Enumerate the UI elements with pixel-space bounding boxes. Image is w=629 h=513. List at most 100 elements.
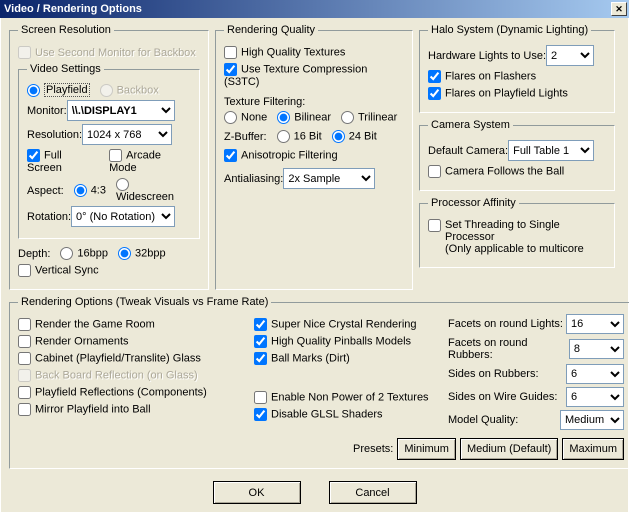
facets-lights-select[interactable]: 16 [566, 314, 624, 334]
hq-textures-checkbox[interactable] [224, 46, 237, 59]
resolution-select[interactable]: 1024 x 768 [82, 124, 172, 145]
sides-rubbers-label: Sides on Rubbers: [448, 368, 539, 380]
ornaments-checkbox[interactable] [18, 335, 31, 348]
aniso-label[interactable]: Anisotropic Filtering [224, 149, 338, 162]
cancel-button[interactable]: Cancel [329, 481, 417, 504]
halo-legend: Halo System (Dynamic Lighting) [428, 24, 591, 36]
halo-group: Halo System (Dynamic Lighting) Hardware … [419, 24, 615, 113]
screen-resolution-legend: Screen Resolution [18, 24, 114, 36]
disable-glsl-label[interactable]: Disable GLSL Shaders [254, 408, 383, 421]
cabinet-checkbox[interactable] [18, 352, 31, 365]
processor-group: Processor Affinity Set Threading to Sing… [419, 197, 615, 268]
sides-wire-label: Sides on Wire Guides: [448, 391, 557, 403]
flares-flashers-checkbox[interactable] [428, 70, 441, 83]
non-power2-label[interactable]: Enable Non Power of 2 Textures [254, 391, 429, 404]
default-camera-select[interactable]: Full Table 1 [508, 140, 594, 161]
texture-filtering-label: Texture Filtering: [224, 96, 404, 108]
full-screen-checkbox[interactable] [27, 149, 40, 162]
crystal-label[interactable]: Super Nice Crystal Rendering [254, 318, 417, 331]
resolution-label: Resolution: [27, 129, 82, 141]
cabinet-label[interactable]: Cabinet (Playfield/Translite) Glass [18, 352, 201, 365]
rotation-select[interactable]: 0° (No Rotation) [71, 206, 175, 227]
ball-marks-label[interactable]: Ball Marks (Dirt) [254, 352, 350, 365]
playfield-radio[interactable] [27, 84, 40, 97]
depth-label: Depth: [18, 248, 50, 260]
facets-lights-label: Facets on round Lights: [448, 318, 563, 330]
texture-compression-checkbox[interactable] [224, 63, 237, 76]
set-threading-checkbox[interactable] [428, 219, 441, 232]
aspect-43-label[interactable]: 4:3 [74, 184, 106, 197]
model-quality-select[interactable]: Medium [560, 410, 624, 430]
rotation-label: Rotation: [27, 211, 71, 223]
tf-none-radio[interactable] [224, 111, 237, 124]
aspect-43-radio[interactable] [74, 184, 87, 197]
zb-24-radio[interactable] [332, 130, 345, 143]
hq-pinballs-label[interactable]: High Quality Pinballs Models [254, 335, 411, 348]
ornaments-label[interactable]: Render Ornaments [18, 335, 129, 348]
backbox-radio-label: Backbox [100, 84, 159, 97]
sides-wire-select[interactable]: 6 [566, 387, 624, 407]
depth-16-label[interactable]: 16bpp [60, 247, 108, 260]
facets-rubbers-label: Facets on round Rubbers: [448, 337, 569, 361]
use-second-monitor-checkbox [18, 46, 31, 59]
zb-24-label[interactable]: 24 Bit [332, 130, 377, 143]
hq-textures-label[interactable]: High Quality Textures [224, 46, 345, 59]
vsync-checkbox[interactable] [18, 264, 31, 277]
mirror-playfield-label[interactable]: Mirror Playfield into Ball [18, 403, 151, 416]
hq-pinballs-checkbox[interactable] [254, 335, 267, 348]
rendering-options-legend: Rendering Options (Tweak Visuals vs Fram… [18, 296, 271, 308]
facets-rubbers-select[interactable]: 8 [569, 339, 624, 359]
backbox-radio [100, 84, 113, 97]
game-room-checkbox[interactable] [18, 318, 31, 331]
flares-playfield-label[interactable]: Flares on Playfield Lights [428, 87, 568, 100]
processor-note: (Only applicable to multicore [445, 243, 606, 255]
model-quality-label: Model Quality: [448, 414, 518, 426]
arcade-mode-checkbox[interactable] [109, 149, 122, 162]
game-room-label[interactable]: Render the Game Room [18, 318, 155, 331]
disable-glsl-checkbox[interactable] [254, 408, 267, 421]
tf-none-label[interactable]: None [224, 111, 267, 124]
tf-bilinear-radio[interactable] [277, 111, 290, 124]
flares-playfield-checkbox[interactable] [428, 87, 441, 100]
camera-group: Camera System Default Camera: Full Table… [419, 119, 615, 191]
depth-32-label[interactable]: 32bpp [118, 247, 166, 260]
arcade-mode-label[interactable]: Arcade Mode [109, 149, 191, 174]
hw-lights-select[interactable]: 2 [546, 45, 594, 66]
tf-trilinear-radio[interactable] [341, 111, 354, 124]
processor-legend: Processor Affinity [428, 197, 519, 209]
preset-minimum-button[interactable]: Minimum [397, 438, 456, 460]
playfield-reflections-label[interactable]: Playfield Reflections (Components) [18, 386, 207, 399]
playfield-radio-label[interactable]: Playfield [27, 84, 90, 97]
texture-compression-label[interactable]: Use Texture Compression (S3TC) [224, 63, 404, 88]
preset-maximum-button[interactable]: Maximum [562, 438, 624, 460]
close-icon[interactable]: ✕ [611, 2, 627, 16]
tf-bilinear-label[interactable]: Bilinear [277, 111, 331, 124]
crystal-checkbox[interactable] [254, 318, 267, 331]
flares-flashers-label[interactable]: Flares on Flashers [428, 70, 536, 83]
preset-medium-button[interactable]: Medium (Default) [460, 438, 558, 460]
full-screen-label[interactable]: Full Screen [27, 149, 99, 174]
aspect-wide-label[interactable]: Widescreen [116, 178, 191, 203]
zb-16-label[interactable]: 16 Bit [277, 130, 322, 143]
sides-rubbers-select[interactable]: 6 [566, 364, 624, 384]
ball-marks-checkbox[interactable] [254, 352, 267, 365]
playfield-reflections-checkbox[interactable] [18, 386, 31, 399]
hw-lights-label: Hardware Lights to Use: [428, 50, 546, 62]
depth-32-radio[interactable] [118, 247, 131, 260]
zb-16-radio[interactable] [277, 130, 290, 143]
ok-button[interactable]: OK [213, 481, 301, 504]
non-power2-checkbox[interactable] [254, 391, 267, 404]
aniso-checkbox[interactable] [224, 149, 237, 162]
monitor-select[interactable]: \\.\DISPLAY1 [67, 100, 175, 121]
camera-follows-label[interactable]: Camera Follows the Ball [428, 165, 564, 178]
tf-trilinear-label[interactable]: Trilinear [341, 111, 397, 124]
depth-16-radio[interactable] [60, 247, 73, 260]
aspect-label: Aspect: [27, 185, 64, 197]
aspect-wide-radio[interactable] [116, 178, 129, 191]
vsync-label[interactable]: Vertical Sync [18, 264, 99, 277]
zbuffer-label: Z-Buffer: [224, 131, 267, 143]
aa-select[interactable]: 2x Sample [283, 168, 375, 189]
default-camera-label: Default Camera: [428, 145, 508, 157]
camera-follows-checkbox[interactable] [428, 165, 441, 178]
mirror-playfield-checkbox[interactable] [18, 403, 31, 416]
